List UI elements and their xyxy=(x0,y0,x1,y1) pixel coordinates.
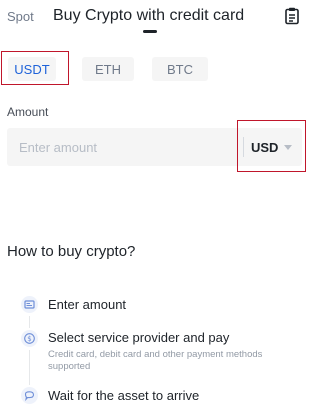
step-connector xyxy=(29,350,30,385)
header: Spot Buy Crypto with credit card xyxy=(0,0,308,36)
currency-value: USD xyxy=(251,139,279,155)
amount-field: USD xyxy=(7,128,302,166)
card-icon xyxy=(21,296,38,313)
step-title: Select service provider and pay xyxy=(48,330,230,345)
tab-btc[interactable]: BTC xyxy=(152,57,208,81)
page-title: Buy Crypto with credit card xyxy=(53,7,245,24)
chat-icon xyxy=(21,387,38,404)
amount-input[interactable] xyxy=(19,128,229,166)
currency-select[interactable]: USD xyxy=(251,128,301,166)
orders-icon[interactable] xyxy=(284,7,300,25)
step-title: Enter amount xyxy=(48,297,127,312)
howto-title: How to buy crypto? xyxy=(7,243,136,260)
tab-usdt[interactable]: USDT xyxy=(8,57,56,81)
step-connector xyxy=(29,316,30,328)
svg-text:$: $ xyxy=(27,335,31,343)
tab-eth[interactable]: ETH xyxy=(82,57,134,81)
step-title: Wait for the asset to arrive xyxy=(48,388,200,403)
spot-tab[interactable]: Spot xyxy=(7,9,34,24)
caret-down-icon xyxy=(284,144,293,150)
amount-label: Amount xyxy=(7,105,49,119)
step-description: Credit card, debit card and other paymen… xyxy=(48,349,263,372)
dollar-icon: $ xyxy=(21,330,38,347)
active-tab-indicator xyxy=(143,30,157,33)
currency-divider xyxy=(243,137,244,157)
crypto-tabs: USDT ETH BTC xyxy=(0,52,308,88)
